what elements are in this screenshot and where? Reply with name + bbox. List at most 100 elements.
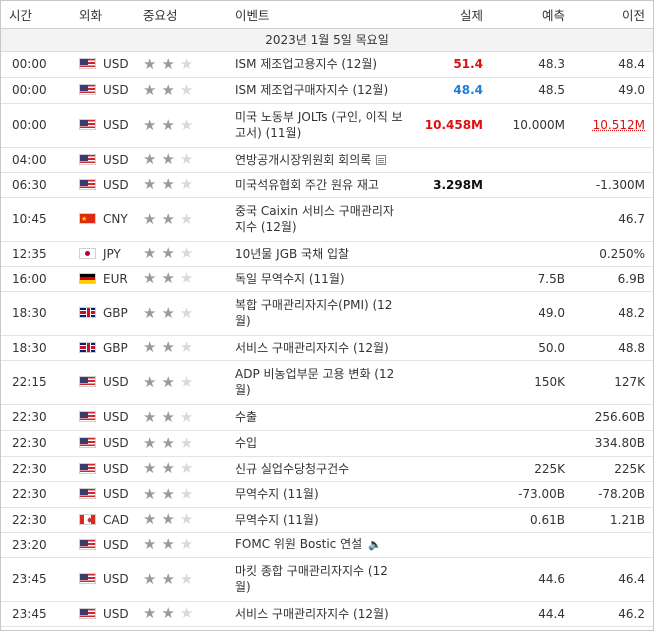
event-row[interactable]: 00:00 USD ★★★ ISM 제조업구매자지수 (12월) 48.4 48.5 49.… [1, 77, 653, 104]
event-row[interactable]: 22:30 USD ★★★ 신규 실업수당청구건수 225K 225K [1, 456, 653, 482]
event-row[interactable]: 22:30CAD★★★무역수지 (11월)0.61B1.21B [1, 507, 653, 533]
event-name[interactable]: ADP 비농업부문 고용 변화 (12월) [227, 360, 411, 405]
event-label[interactable]: FOMC 위원 Bostic 연설 [235, 537, 362, 551]
event-actual [411, 291, 491, 336]
event-label[interactable]: 신규 실업수당청구건수 [235, 462, 349, 476]
header-actual[interactable]: 실제 [411, 1, 491, 29]
event-row[interactable]: 06:30 USD ★★★ 미국석유협회 주간 원유 재고 3.298M -1.300M [1, 172, 653, 198]
flag-gbr-icon [79, 341, 96, 353]
event-label[interactable]: 연방공개시장위원회 회의록 [235, 153, 371, 167]
event-name[interactable]: 서비스 구매관리자지수 (12월) [227, 601, 411, 627]
event-importance: ★★★ [135, 197, 227, 242]
event-label[interactable]: 독일 무역수지 (11월) [235, 272, 345, 286]
header-time[interactable]: 시간 [1, 1, 71, 29]
event-row[interactable]: 23:45 USD ★★★ 서비스 구매관리자지수 (12월) 44.4 46.2 [1, 601, 653, 627]
event-row[interactable]: 22:30 USD ★★★ 수입 334.80B [1, 430, 653, 457]
event-name[interactable]: FOMC 위원 Bostic 연설 🔈 [227, 532, 411, 558]
event-name[interactable]: 수출 [227, 404, 411, 431]
header-event[interactable]: 이벤트 [227, 1, 411, 29]
event-name[interactable]: ISM 제조업구매자지수 (12월) [227, 77, 411, 104]
event-name[interactable]: 무역수지 (11월) [227, 481, 411, 508]
event-label[interactable]: 복합 구매관리자지수(PMI) (12월) [235, 298, 392, 328]
star-icon: ★ [179, 80, 199, 99]
star-icon: ★ [143, 569, 162, 588]
star-icon: ★ [143, 209, 162, 228]
importance-stars-icon: ★★★ [143, 55, 198, 73]
event-currency: EUR [71, 266, 135, 292]
event-importance: ★★★ [135, 291, 227, 336]
previous-value[interactable]: 10.512M [593, 118, 645, 132]
event-currency: USD [71, 430, 135, 457]
event-importance: ★★★ [135, 430, 227, 457]
event-row[interactable]: 16:00 EUR ★★★ 독일 무역수지 (11월) 7.5B 6.9B [1, 266, 653, 292]
event-label[interactable]: ISM 제조업고용지수 (12월) [235, 57, 377, 71]
event-row[interactable]: 23:45 USD ★★★ 마킷 종합 구매관리자지수 (12월) 44.6 46.4 [1, 557, 653, 602]
event-label[interactable]: 마킷 종합 구매관리자지수 (12월) [235, 564, 388, 594]
event-previous: 6.9B [573, 266, 653, 292]
event-row[interactable]: 04:00 USD ★★★ 연방공개시장위원회 회의록 [1, 147, 653, 173]
star-icon: ★ [179, 459, 199, 477]
star-icon: ★ [179, 484, 199, 503]
star-icon: ★ [161, 209, 180, 228]
event-label[interactable]: 수입 [235, 436, 257, 450]
event-name[interactable]: 마킷 종합 구매관리자지수 (12월) [227, 557, 411, 602]
event-label[interactable]: 10년물 JGB 국채 입찰 [235, 247, 349, 261]
event-row[interactable]: 18:30 GBP ★★★ 복합 구매관리자지수(PMI) (12월) 49.0 48.2 [1, 291, 653, 336]
header-currency[interactable]: 외화 [71, 1, 135, 29]
event-name[interactable]: 수입 [227, 430, 411, 457]
event-label[interactable]: ISM 제조업구매자지수 (12월) [235, 83, 388, 97]
event-label[interactable]: 무역수지 (11월) [235, 513, 319, 527]
event-currency: USD [71, 360, 135, 405]
event-name[interactable]: 독일 무역수지 (11월) [227, 266, 411, 292]
event-name[interactable]: 서비스 구매관리자지수 (12월) [227, 335, 411, 361]
event-name[interactable]: 연방공개시장위원회 회의록 [227, 147, 411, 173]
star-icon: ★ [179, 269, 199, 287]
event-importance: ★★★ [135, 601, 227, 627]
previous-value: 6.9B [617, 271, 645, 286]
event-row[interactable]: 12:35 JPY ★★★ 10년물 JGB 국채 입찰 0.250% [1, 241, 653, 267]
event-name[interactable]: 미국석유협회 주간 원유 재고 [227, 172, 411, 198]
event-label[interactable]: 미국 노동부 JOLTs (구인, 이직 보고서) (11월) [235, 110, 403, 140]
event-name[interactable]: 미국 노동부 JOLTs (구인, 이직 보고서) (11월) [227, 103, 411, 148]
event-row[interactable]: 22:30 USD ★★★ 무역수지 (11월) -73.00B -78.20B [1, 481, 653, 508]
event-time: 00:00 [1, 51, 71, 78]
speaker-icon[interactable]: 🔈 [368, 537, 382, 553]
event-row[interactable]: 23:20 USD ★★★ FOMC 위원 Bostic 연설 🔈 [1, 532, 653, 558]
event-time: 22:30 [1, 404, 71, 431]
event-label[interactable]: 서비스 구매관리자지수 (12월) [235, 341, 389, 355]
event-name[interactable]: 무역수지 (11월) [227, 507, 411, 533]
importance-stars-icon: ★★★ [143, 150, 198, 168]
star-icon: ★ [143, 604, 162, 622]
event-time: 10:45 [1, 197, 71, 242]
star-icon: ★ [143, 484, 162, 503]
star-icon: ★ [161, 459, 180, 477]
event-name[interactable]: 신규 실업수당청구건수 [227, 456, 411, 482]
header-forecast[interactable]: 예측 [491, 1, 573, 29]
event-row[interactable]: 22:30 USD ★★★ 수출 256.60B [1, 404, 653, 431]
event-previous: -1.300M [573, 172, 653, 198]
event-previous: 49.0 [573, 77, 653, 104]
event-name[interactable]: ISM 제조업고용지수 (12월) [227, 51, 411, 78]
event-name[interactable]: 중국 Caixin 서비스 구매관리자지수 (12월) [227, 197, 411, 242]
header-importance[interactable]: 중요성 [135, 1, 227, 29]
event-row[interactable]: 00:00 USD ★★★ 미국 노동부 JOLTs (구인, 이직 보고서) (11… [1, 103, 653, 148]
event-label[interactable]: ADP 비농업부문 고용 변화 (12월) [235, 367, 394, 397]
event-label[interactable]: 서비스 구매관리자지수 (12월) [235, 607, 389, 621]
star-icon: ★ [161, 407, 180, 426]
document-icon[interactable] [376, 154, 387, 165]
event-row[interactable]: 00:00 USD ★★★ ISM 제조업고용지수 (12월) 51.4 48.3 48.4 [1, 51, 653, 78]
event-label[interactable]: 무역수지 (11월) [235, 487, 319, 501]
event-previous: 48.2 [573, 291, 653, 336]
event-row[interactable]: 10:45CNY★★★중국 Caixin 서비스 구매관리자지수 (12월)46… [1, 197, 653, 242]
event-name[interactable]: 10년물 JGB 국채 입찰 [227, 241, 411, 267]
event-label[interactable]: 중국 Caixin 서비스 구매관리자지수 (12월) [235, 204, 394, 234]
event-row[interactable]: 18:30 GBP ★★★ 서비스 구매관리자지수 (12월) 50.0 48.8 [1, 335, 653, 361]
star-icon: ★ [179, 510, 199, 528]
header-previous[interactable]: 이전 [573, 1, 653, 29]
event-name[interactable]: 복합 구매관리자지수(PMI) (12월) [227, 291, 411, 336]
importance-stars-icon: ★★★ [143, 210, 198, 228]
event-row[interactable]: 22:15 USD ★★★ ADP 비농업부문 고용 변화 (12월) 150K 127K [1, 360, 653, 405]
event-label[interactable]: 수출 [235, 410, 257, 424]
event-label[interactable]: 미국석유협회 주간 원유 재고 [235, 178, 379, 192]
event-previous: 334.80B [573, 430, 653, 457]
